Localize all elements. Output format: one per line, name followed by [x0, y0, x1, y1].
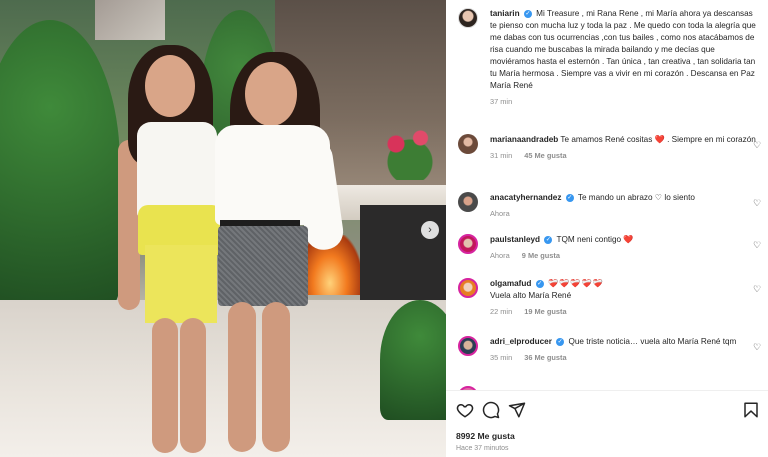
- comment-likes[interactable]: 9 Me gusta: [522, 251, 560, 260]
- caption-text: Mi Treasure , mi Rana Rene , mi María ah…: [490, 9, 756, 90]
- heart-outline-icon[interactable]: [456, 401, 474, 419]
- verified-badge-icon: ✓: [565, 193, 574, 202]
- bookmark-icon[interactable]: [742, 401, 760, 419]
- comment-text: Que triste noticia… vuela alto María Ren…: [568, 337, 737, 346]
- comment-text-line2: Vuela alto María René: [490, 291, 572, 300]
- comment-text: Te mando un abrazo ♡ lo siento: [577, 193, 695, 202]
- comment-username[interactable]: paulstanleyd: [490, 235, 540, 244]
- comment-text: TQM neni contigo ❤️: [556, 235, 634, 244]
- comment-username[interactable]: adri_elproducer: [490, 337, 552, 346]
- comment-like-heart-icon[interactable]: ♡: [752, 284, 762, 294]
- comment-like-heart-icon[interactable]: ♡: [752, 140, 762, 150]
- avatar[interactable]: [458, 134, 478, 154]
- avatar[interactable]: [458, 234, 478, 254]
- comments-panel: tanіarin ✓ Mi Treasure , mi Rana Rene , …: [446, 0, 768, 457]
- verified-badge-icon: ✓: [535, 279, 544, 288]
- action-bar: [456, 401, 760, 421]
- photo-plant-right: [380, 300, 446, 420]
- photo-plant-left: [0, 20, 120, 310]
- post-photo[interactable]: ›: [0, 0, 446, 457]
- comment-time[interactable]: 31 min: [490, 151, 512, 160]
- comment-username[interactable]: marianaandradeb: [490, 135, 558, 144]
- comment-like-heart-icon[interactable]: ♡: [752, 240, 762, 250]
- avatar[interactable]: [458, 192, 478, 212]
- paper-plane-icon[interactable]: [508, 401, 526, 419]
- comment-like-heart-icon[interactable]: ♡: [752, 198, 762, 208]
- comment-username[interactable]: olgamafud: [490, 279, 531, 288]
- likes-count[interactable]: 8992 Me gusta: [456, 431, 515, 441]
- caption-time[interactable]: 37 min: [490, 97, 512, 106]
- comment-time[interactable]: Ahora: [490, 251, 510, 260]
- photo-stove: [360, 205, 446, 300]
- comments-list[interactable]: tanіarin ✓ Mi Treasure , mi Rana Rene , …: [446, 0, 768, 390]
- comment-text: ❤️‍🩹❤️‍🩹❤️‍🩹❤️‍🩹❤️‍🩹: [547, 279, 604, 288]
- speech-bubble-icon[interactable]: [482, 401, 500, 419]
- comment-likes[interactable]: 19 Me gusta: [524, 307, 566, 316]
- comment-time[interactable]: 35 min: [490, 353, 512, 362]
- avatar[interactable]: [458, 336, 478, 356]
- caption-username[interactable]: tanіarin: [490, 9, 520, 18]
- avatar[interactable]: [458, 278, 478, 298]
- divider: [446, 390, 768, 391]
- comment-text: Te amamos René cositas ❤️ . Siempre en m…: [560, 135, 756, 144]
- photo-background-screen: [95, 0, 165, 40]
- chevron-right-icon: ›: [428, 224, 432, 236]
- post-timestamp[interactable]: Hace 37 minutos: [456, 445, 509, 452]
- comment-time[interactable]: 22 min: [490, 307, 512, 316]
- verified-badge-icon: ✓: [523, 9, 532, 18]
- carousel-next-button[interactable]: ›: [421, 221, 439, 239]
- avatar[interactable]: [458, 8, 478, 28]
- comment-likes[interactable]: 45 Me gusta: [524, 151, 566, 160]
- comment-time[interactable]: Ahora: [490, 209, 510, 218]
- photo-flowers: [375, 120, 445, 180]
- comment-username[interactable]: anacatyhernandez: [490, 193, 561, 202]
- comment-like-heart-icon[interactable]: ♡: [752, 342, 762, 352]
- comment-likes[interactable]: 36 Me gusta: [524, 353, 566, 362]
- verified-badge-icon: ✓: [556, 337, 565, 346]
- verified-badge-icon: ✓: [544, 235, 553, 244]
